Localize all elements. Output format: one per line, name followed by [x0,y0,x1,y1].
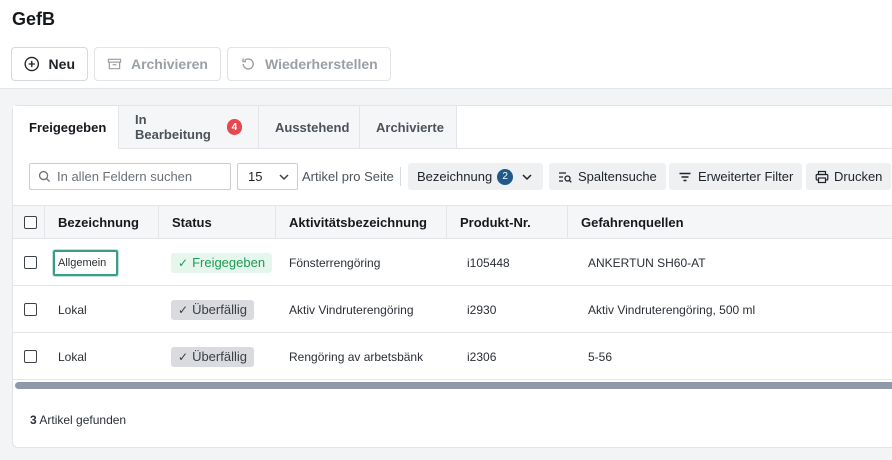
column-header-produkt[interactable]: Produkt-Nr. [447,206,568,238]
row-checkbox[interactable] [24,350,37,363]
table-row[interactable]: Lokal ✓ Überfällig Aktiv Vindruterengörin… [13,286,892,333]
tab-freigegeben[interactable]: Freigegeben [13,106,119,149]
tab-label: Archivierte [376,119,444,135]
check-icon: ✓ [178,255,189,270]
filter-lines-icon [679,172,691,181]
sort-dropdown[interactable]: Bezeichnung 2 [408,163,544,190]
restore-button-label: Wiederherstellen [265,56,378,72]
top-bar: GefB Neu Archivieren Wiederherstellen [0,0,892,89]
cell-produkt: i2306 [467,349,497,364]
tab-label: In Bearbeitung [135,112,211,142]
tab-in-bearbeitung[interactable]: In Bearbeitung 4 [119,106,259,149]
cell-gefahrenquellen: ANKERTUN SH60-AT [588,255,706,270]
restore-icon [242,58,254,70]
per-page-select[interactable]: 15 [237,163,298,190]
column-header-gefahrenquellen[interactable]: Gefahrenquellen [568,206,892,238]
cell-aktivitaet: Aktiv Vindruterengöring [289,302,414,317]
column-search-button[interactable]: Spaltensuche [549,163,666,190]
chevron-down-icon [279,173,289,180]
cell-status: ✓ Freigegeben [171,239,273,286]
new-button[interactable]: Neu [11,47,88,81]
page-title: GefB [12,9,56,29]
tab-archivierte[interactable]: Archivierte [360,106,457,149]
table-header: Bezeichnung Status Aktivitätsbezeichnung… [13,205,892,239]
status-badge: ✓ Freigegeben [171,252,273,273]
sort-label: Bezeichnung [417,169,493,184]
content-card: Freigegeben In Bearbeitung 4 Ausstehend … [12,105,892,448]
status-badge-label: Überfällig [192,302,247,317]
row-checkbox[interactable] [24,256,37,269]
search-field[interactable] [29,163,231,190]
cell-bezeichnung: Lokal [58,302,87,317]
toolbar-divider [400,167,401,186]
cell-aktivitaet: Fönsterrengöring [289,255,381,270]
cell-gefahrenquellen: 5-56 [588,349,613,364]
plus-circle-icon [24,56,40,72]
archive-button[interactable]: Archivieren [94,47,221,81]
status-badge-label: Überfällig [192,349,247,364]
cell-aktivitaet: Rengöring av arbetsbänk [289,349,424,364]
horizontal-scrollbar[interactable] [15,382,892,389]
cell-bezeichnung: Allgemein [58,256,107,269]
advanced-filter-button[interactable]: Erweiterter Filter [669,163,803,190]
column-header-status[interactable]: Status [159,206,276,238]
column-header-bezeichnung[interactable]: Bezeichnung [45,206,159,238]
status-badge: ✓ Überfällig [171,346,254,367]
column-search-icon [559,171,572,183]
archive-box-icon [107,58,122,70]
tabs-divider [457,148,892,149]
cell-bezeichnung: Lokal [58,349,87,364]
cell-gefahrenquellen: Aktiv Vindruterengöring, 500 ml [588,302,756,317]
print-label: Drucken [834,169,883,184]
tab-count-badge: 4 [226,119,242,135]
search-input[interactable] [57,169,217,184]
tab-label: Freigegeben [29,119,107,135]
row-checkbox[interactable] [24,303,37,316]
cell-produkt: i105448 [467,255,510,270]
result-count: 3 Artikel gefunden [30,413,126,427]
chevron-down-icon [522,173,532,180]
select-all-cell [13,206,45,238]
archive-button-label: Archivieren [130,56,208,72]
cell-status: ✓ Überfällig [171,333,254,380]
result-count-number: 3 [30,413,37,427]
tab-ausstehend[interactable]: Ausstehend [259,106,360,149]
select-all-checkbox[interactable] [24,216,37,229]
new-button-label: Neu [48,56,75,72]
data-table: Bezeichnung Status Aktivitätsbezeichnung… [13,205,892,380]
cell-status: ✓ Überfällig [171,286,254,333]
status-badge-label: Freigegeben [192,255,266,270]
printer-icon [815,170,829,183]
check-icon: ✓ [178,349,189,364]
status-badge: ✓ Überfällig [171,299,254,320]
sort-count-badge: 2 [497,168,514,185]
per-page-value: 15 [248,169,263,184]
cell-produkt: i2930 [467,302,497,317]
restore-button[interactable]: Wiederherstellen [227,47,391,81]
status-tabs: Freigegeben In Bearbeitung 4 Ausstehend … [13,106,457,149]
search-icon [38,170,51,183]
table-row[interactable]: Allgemein ✓ Freigegeben Fönsterrengöring … [13,239,892,286]
per-page-label: Artikel pro Seite [302,169,394,184]
column-header-aktivitaet[interactable]: Aktivitätsbezeichnung [276,206,447,238]
column-search-label: Spaltensuche [578,169,657,184]
table-row[interactable]: Lokal ✓ Überfällig Rengöring av arbetsbän… [13,333,892,380]
check-icon: ✓ [178,302,189,317]
tab-label: Ausstehend [275,119,350,135]
advanced-filter-label: Erweiterter Filter [698,169,794,184]
result-count-label: Artikel gefunden [39,413,127,427]
print-button[interactable]: Drucken [806,163,892,190]
